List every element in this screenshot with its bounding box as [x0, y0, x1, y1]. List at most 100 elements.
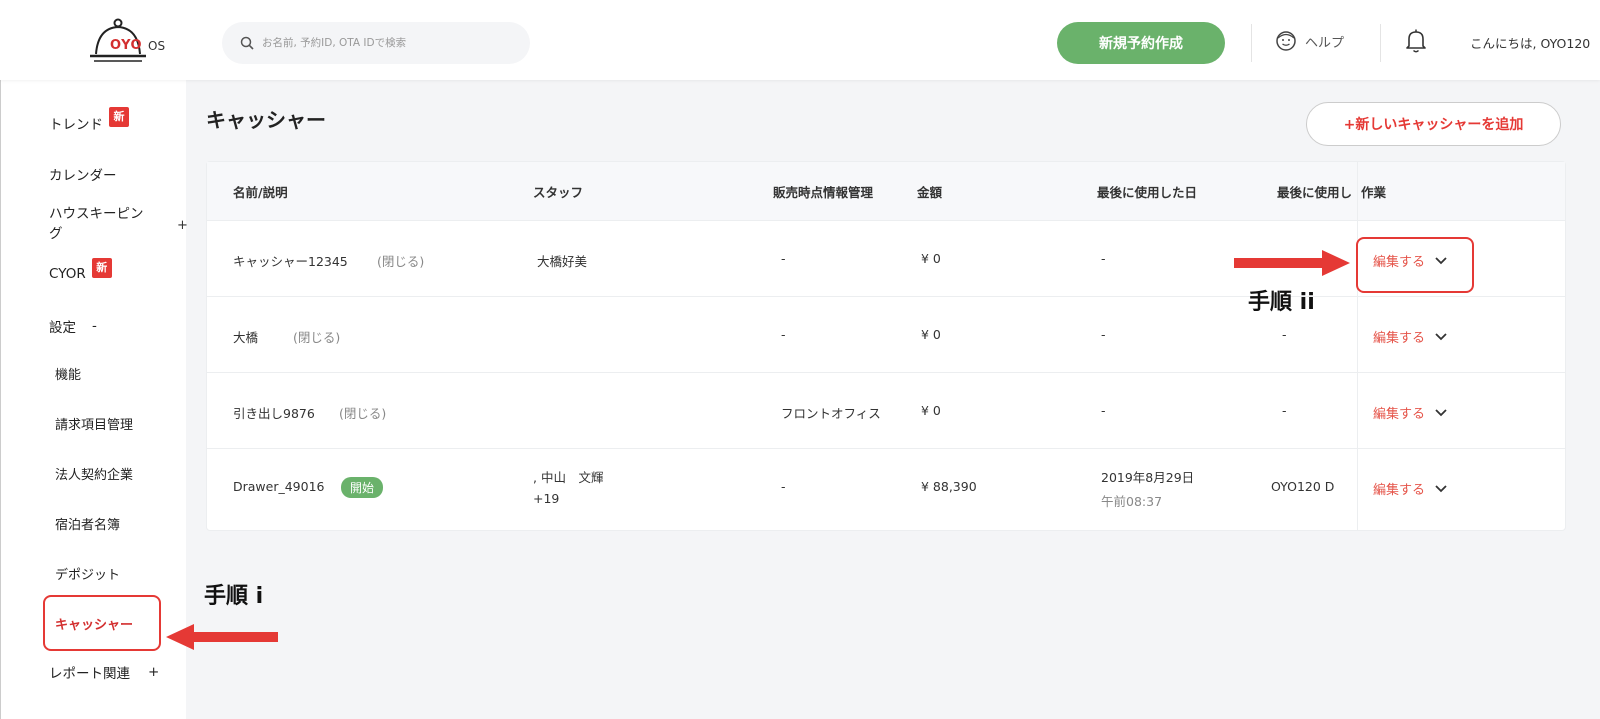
new-badge: 新	[91, 258, 112, 278]
collapse-toggle[interactable]: -	[92, 318, 97, 334]
logo-suffix: OS	[148, 39, 166, 53]
chevron-down-icon	[1435, 332, 1447, 340]
top-header: OYO OS 新規予約作成 ヘルプ こんにちは, OYO120	[0, 0, 1600, 80]
sidebar-item-label: CYOR	[49, 266, 86, 282]
table-row: 引き出し9876 (閉じる) フロントオフィス ¥ 0 - - 編集する	[207, 372, 1565, 450]
cashier-name: キャッシャー12345	[233, 254, 348, 269]
cashier-amount: ¥ 0	[921, 251, 941, 266]
cashier-status: (閉じる)	[293, 330, 341, 345]
sidebar-item-label: トレンド	[49, 117, 103, 133]
search-icon	[240, 36, 254, 50]
cashier-last-time: 午前08:37	[1101, 494, 1163, 509]
help-face-icon	[1276, 31, 1296, 51]
expand-toggle[interactable]: +	[148, 664, 159, 680]
cashier-name: 引き出し9876	[233, 406, 315, 421]
sidebar-item-deposit[interactable]: デポジット	[55, 564, 120, 583]
sidebar-item-billing-items[interactable]: 請求項目管理	[55, 414, 133, 433]
help-button[interactable]: ヘルプ	[1275, 30, 1344, 52]
sidebar-item-corporate-clients[interactable]: 法人契約企業	[55, 464, 133, 483]
new-badge: 新	[109, 107, 129, 127]
sidebar-item-guest-registry[interactable]: 宿泊者名簿	[55, 514, 120, 533]
step-ii-highlight	[1356, 237, 1474, 293]
sidebar-item-label: 機能	[55, 368, 82, 383]
sidebar-item-features[interactable]: 機能	[55, 364, 81, 383]
cashier-last-date: -	[1101, 327, 1106, 342]
cashier-status: (閉じる)	[377, 254, 425, 269]
add-cashier-button[interactable]: +新しいキャッシャーを追加	[1306, 102, 1561, 146]
sidebar-item-label: 請求項目管理	[55, 418, 134, 433]
cashier-status: (閉じる)	[339, 406, 387, 421]
sidebar-item-reports[interactable]: レポート関連 +	[49, 662, 159, 682]
sidebar-item-label: レポート関連	[49, 666, 130, 682]
cashier-staff: 大橋好美	[537, 254, 588, 269]
header-divider	[1251, 24, 1252, 62]
cashier-last-date: 2019年8月29日	[1101, 470, 1195, 485]
help-label: ヘルプ	[1305, 35, 1345, 51]
sidebar-item-cyor[interactable]: CYOR 新	[49, 258, 112, 284]
search-input[interactable]	[262, 37, 512, 49]
edit-label: 編集する	[1373, 407, 1426, 422]
page-title: キャッシャー	[206, 108, 326, 132]
column-header-actions: 作業	[1361, 185, 1387, 200]
status-badge: 開始	[341, 477, 384, 498]
cashier-amount: ¥ 0	[921, 403, 941, 418]
column-header-staff: スタッフ	[533, 185, 584, 200]
edit-dropdown[interactable]: 編集する	[1373, 403, 1447, 422]
step-i-arrow-icon	[166, 624, 278, 650]
cashier-pos: -	[781, 479, 786, 494]
column-header-last-used-by: 最後に使用し	[1277, 185, 1353, 200]
oyo-os-logo[interactable]: OYO OS	[88, 18, 178, 64]
cashier-pos: フロントオフィス	[781, 406, 881, 421]
user-greeting[interactable]: こんにちは, OYO120	[1470, 33, 1590, 52]
cashier-table: 名前/説明 スタッフ 販売時点情報管理 金額 最後に使用した日 最後に使用し 作…	[206, 161, 1566, 531]
cashier-staff-more[interactable]: +19	[533, 491, 559, 506]
cashier-pos: -	[781, 251, 786, 266]
step-i-highlight	[43, 595, 161, 651]
chevron-down-icon	[1435, 484, 1447, 492]
sidebar: トレンド 新 カレンダー ハウスキーピン グ + CYOR 新 設定 - 機能 …	[0, 78, 188, 719]
cashier-last-user: -	[1282, 403, 1287, 418]
cashier-last-date: -	[1101, 251, 1106, 266]
sidebar-item-label: カレンダー	[49, 168, 117, 184]
table-header: 名前/説明 スタッフ 販売時点情報管理 金額 最後に使用した日 最後に使用し 作…	[207, 162, 1565, 220]
cashier-amount: ¥ 88,390	[921, 479, 977, 494]
column-header-amount: 金額	[917, 185, 943, 200]
sidebar-item-settings[interactable]: 設定 -	[49, 316, 97, 336]
sidebar-item-label: 宿泊者名簿	[55, 518, 121, 533]
step-ii-arrow-icon	[1234, 250, 1350, 276]
actions-column-divider	[1357, 162, 1358, 530]
expand-toggle[interactable]: +	[177, 218, 188, 233]
column-header-last-used-date: 最後に使用した日	[1097, 185, 1198, 200]
search-bar[interactable]	[222, 22, 530, 64]
cashier-amount: ¥ 0	[921, 327, 941, 342]
edit-dropdown[interactable]: 編集する	[1373, 479, 1447, 498]
sidebar-item-housekeeping[interactable]: ハウスキーピン グ	[49, 204, 159, 244]
cashier-last-user: -	[1282, 327, 1287, 342]
sidebar-item-label: 法人契約企業	[55, 468, 134, 483]
column-header-pos: 販売時点情報管理	[773, 185, 874, 200]
sidebar-item-label: 設定	[49, 320, 76, 336]
column-header-name: 名前/説明	[233, 185, 288, 200]
bell-icon	[1406, 29, 1426, 53]
notifications-button[interactable]	[1404, 28, 1428, 58]
header-divider	[1380, 24, 1381, 62]
step-ii-label: 手順 ii	[1248, 290, 1315, 315]
edit-label: 編集する	[1373, 483, 1426, 498]
cashier-name: Drawer_49016	[233, 479, 325, 494]
new-booking-button[interactable]: 新規予約作成	[1057, 22, 1225, 64]
logo-text: OYO	[110, 38, 143, 53]
sidebar-item-label: デポジット	[55, 568, 121, 583]
edit-label: 編集する	[1373, 331, 1426, 346]
cashier-name: 大橋	[233, 330, 259, 345]
cashier-staff: , 中山 文輝	[533, 470, 604, 485]
cashier-last-user: OYO120 D	[1271, 479, 1335, 494]
edit-dropdown[interactable]: 編集する	[1373, 327, 1447, 346]
sidebar-item-label: ハウスキーピン グ	[49, 206, 144, 242]
sidebar-item-trend[interactable]: トレンド 新	[49, 107, 129, 133]
table-row: 大橋 (閉じる) - ¥ 0 - - 編集する	[207, 296, 1565, 374]
cashier-pos: -	[781, 327, 786, 342]
sidebar-item-calendar[interactable]: カレンダー	[49, 164, 117, 184]
cashier-last-date: -	[1101, 403, 1106, 418]
step-i-label: 手順 i	[204, 584, 264, 609]
table-row: Drawer_49016 開始 , 中山 文輝 +19 - ¥ 88,390 2…	[207, 448, 1565, 526]
